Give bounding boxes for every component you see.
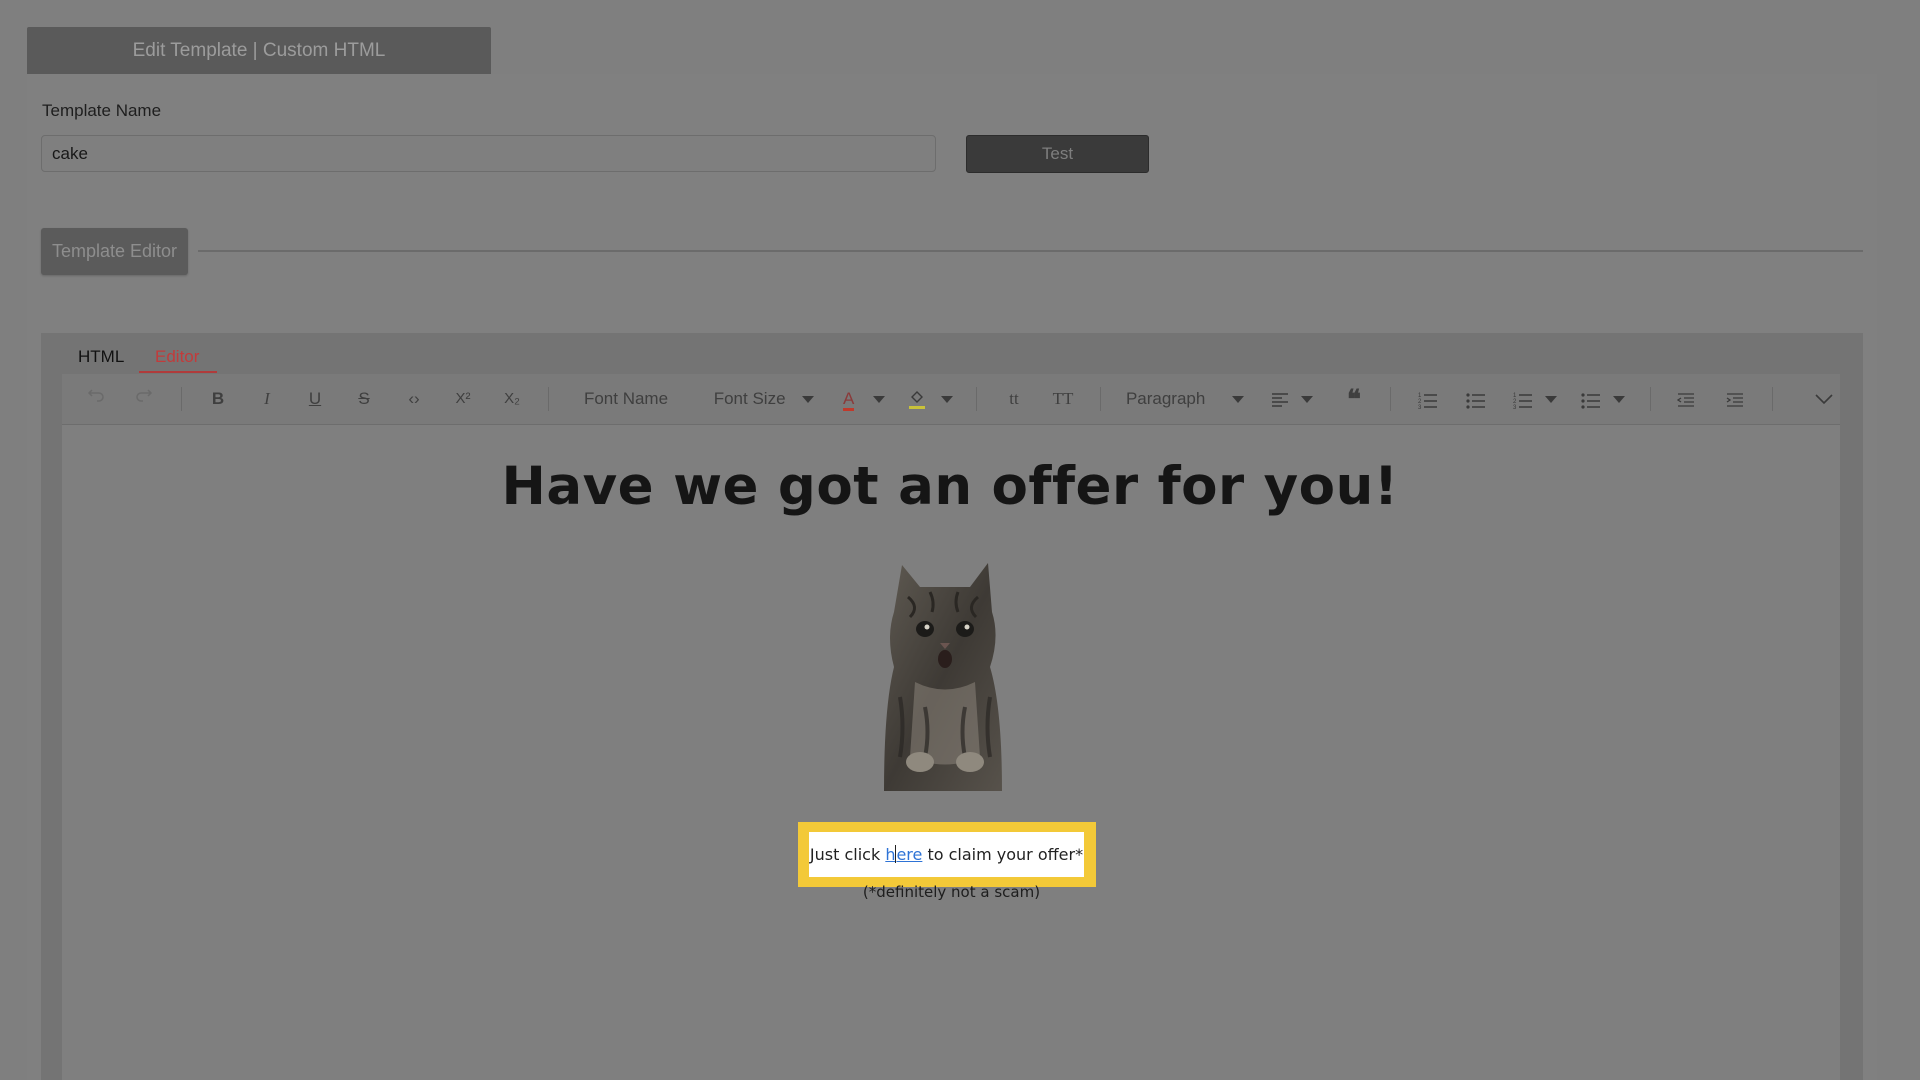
outdent-button[interactable]: [1673, 374, 1699, 424]
font-color-button[interactable]: A: [840, 374, 888, 424]
paint-bucket-icon: [908, 390, 925, 409]
offer-link-h: h: [885, 845, 896, 864]
svg-text:3: 3: [1513, 405, 1517, 409]
toolbar-separator: [181, 387, 182, 411]
toolbar-separator: [1100, 387, 1101, 411]
font-size-label: Font Size: [713, 389, 786, 408]
align-left-icon: [1271, 392, 1288, 407]
font-color-icon: A: [842, 390, 855, 411]
offer-text-before: Just click: [809, 845, 886, 864]
redo-icon[interactable]: [130, 374, 158, 424]
strikethrough-button[interactable]: S: [352, 374, 376, 424]
font-name-dropdown[interactable]: Font Name: [572, 374, 680, 454]
chevron-down-icon: [1545, 396, 1558, 404]
offer-link-rest: ere: [896, 845, 923, 864]
disclaimer-text[interactable]: (*definitely not a scam): [0, 883, 1903, 901]
font-name-label: Font Name: [583, 389, 669, 408]
code-button[interactable]: ‹›: [400, 374, 428, 424]
section-divider: [198, 250, 1863, 252]
template-name-label: Template Name: [42, 101, 162, 120]
offer-text-block[interactable]: Just click here to claim your offer*: [809, 832, 1084, 877]
template-editor-badge: Template Editor: [41, 228, 188, 275]
uppercase-button[interactable]: TT: [1048, 374, 1078, 424]
paragraph-dropdown[interactable]: Paragraph: [1122, 374, 1248, 424]
offer-headline[interactable]: Have we got an offer for you!: [0, 456, 1900, 517]
indent-icon: [1726, 392, 1743, 407]
unordered-list-button[interactable]: [1463, 374, 1489, 424]
italic-button[interactable]: I: [255, 374, 279, 424]
toolbar-separator: [548, 387, 549, 411]
toolbar-separator: [1390, 387, 1391, 411]
bold-button[interactable]: B: [206, 374, 230, 424]
indent-button[interactable]: [1722, 374, 1748, 424]
toolbar-separator: [976, 387, 977, 411]
tab-editor[interactable]: Editor: [155, 344, 199, 370]
ordered-list-icon: 1 2 3: [1418, 393, 1437, 411]
template-name-input[interactable]: [41, 135, 936, 172]
ordered-list-icon: 1 2 3: [1513, 393, 1532, 411]
chevron-down-icon: [1232, 396, 1245, 404]
highlight-color-button[interactable]: [905, 374, 955, 424]
unordered-list-icon: [1581, 392, 1600, 409]
cat-image[interactable]: [880, 557, 1010, 791]
offer-text-after: to claim your offer*: [922, 845, 1084, 864]
chevron-down-icon: [941, 396, 954, 404]
ordered-list-style-dropdown[interactable]: 1 2 3: [1510, 374, 1560, 424]
undo-icon[interactable]: [82, 374, 110, 424]
svg-text:3: 3: [1418, 405, 1422, 409]
chevron-down-icon: [1301, 396, 1314, 404]
offer-link[interactable]: here: [885, 845, 922, 864]
outdent-icon: [1676, 392, 1694, 407]
chevron-down-icon: [1613, 396, 1626, 404]
test-button[interactable]: Test: [966, 135, 1149, 173]
underline-button[interactable]: U: [303, 374, 327, 424]
lowercase-button[interactable]: tt: [1000, 374, 1028, 424]
tab-html[interactable]: HTML: [78, 344, 124, 370]
superscript-button[interactable]: X²: [449, 374, 477, 424]
blockquote-button[interactable]: ❝: [1340, 374, 1368, 424]
page-title: Edit Template | Custom HTML: [27, 27, 491, 74]
subscript-button[interactable]: X₂: [498, 374, 526, 424]
chevron-down-icon: [873, 396, 886, 404]
active-tab-indicator: [139, 371, 217, 373]
unordered-list-style-dropdown[interactable]: [1578, 374, 1628, 424]
toolbar-separator: [1650, 387, 1651, 411]
more-options-chevron-icon[interactable]: [1814, 390, 1833, 408]
align-dropdown[interactable]: [1268, 374, 1316, 424]
toolbar-separator: [1772, 387, 1773, 411]
paragraph-label: Paragraph: [1125, 389, 1206, 408]
unordered-list-icon: [1466, 392, 1485, 409]
ordered-list-button[interactable]: 1 2 3: [1415, 374, 1441, 424]
chevron-down-icon: [802, 396, 815, 404]
font-size-dropdown[interactable]: Font Size: [713, 374, 815, 424]
